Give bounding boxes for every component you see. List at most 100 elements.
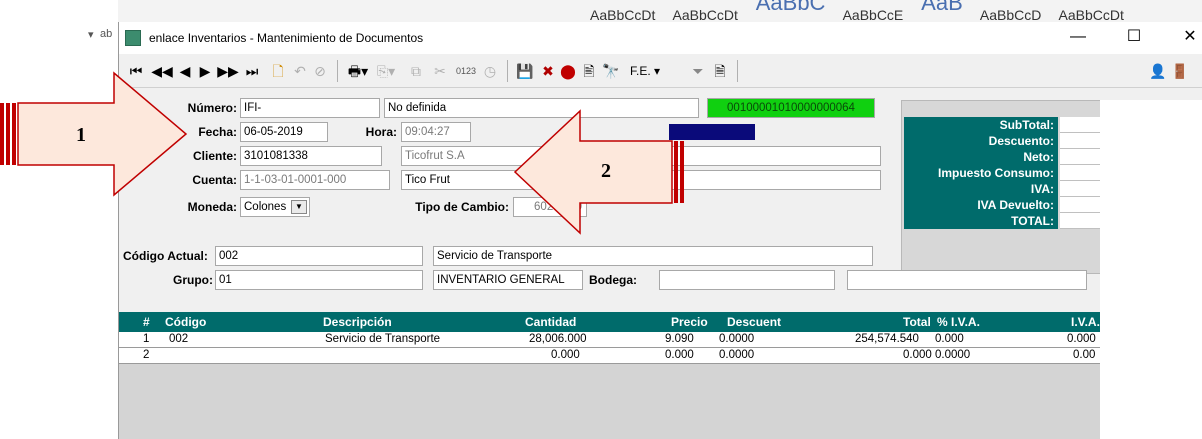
col-header[interactable]: I.V.A. <box>1071 315 1100 329</box>
bodega-input[interactable] <box>659 270 835 290</box>
moneda-value: Colones <box>244 201 287 213</box>
fecha-input[interactable]: 06-05-2019 <box>240 122 328 142</box>
style-item: AaBbCcD <box>979 7 1042 23</box>
table-row[interactable]: 1 002 Servicio de Transporte 28,006.000 … <box>119 332 1113 348</box>
tipo-cambio-field: 602.9700 <box>513 197 587 217</box>
moneda-label: Moneda: <box>187 200 237 214</box>
cliente-label: Cliente: <box>192 149 237 163</box>
cell-descuento: 0.0000 <box>719 349 755 361</box>
cell-pct-iva: 0.0000 <box>935 349 971 361</box>
progress-bar <box>669 124 755 140</box>
grupo-label: Grupo: <box>173 273 213 287</box>
iva-label: IVA: <box>904 181 1058 197</box>
col-header[interactable]: Cantidad <box>525 315 576 329</box>
style-item: AaBbC <box>755 0 826 15</box>
cell-iva: 0.00 <box>1073 349 1096 361</box>
cuenta-input[interactable]: 1-1-03-01-0001-000 <box>240 170 390 190</box>
chevron-down-icon: ▾ <box>88 29 94 41</box>
cell-precio: 0.000 <box>665 349 694 361</box>
next-record-icon[interactable]: ▶ <box>197 61 213 81</box>
close-button[interactable]: ✕ <box>1175 26 1202 50</box>
codigo-actual-input[interactable]: 002 <box>215 246 423 266</box>
col-header[interactable]: Precio <box>671 315 708 329</box>
document-header-form: Número: IFI- No definida 001000010100000… <box>119 88 904 238</box>
cell-cantidad: 0.000 <box>551 349 580 361</box>
cell-descripcion: Servicio de Transporte <box>325 333 441 345</box>
grupo-description-field: INVENTARIO GENERAL <box>433 270 583 290</box>
fecha-label: Fecha: <box>198 125 237 139</box>
fe-dropdown-button[interactable]: F.E. ▾ <box>623 61 667 81</box>
save-icon[interactable]: 💾 <box>515 61 535 81</box>
numero-input[interactable]: IFI- <box>240 98 380 118</box>
moneda-select[interactable]: Colones ▼ <box>240 197 310 217</box>
cell-total: 254,574.540 <box>855 333 919 345</box>
grupo-input[interactable]: 01 <box>215 270 423 290</box>
items-grid: # Código Descripción Cantidad Precio Des… <box>119 312 1129 439</box>
style-item: AaBbCcE <box>842 7 904 23</box>
callout-label-1: 1 <box>76 124 86 146</box>
cell-number: 2 <box>143 349 150 361</box>
subtotal-label: SubTotal: <box>904 117 1058 133</box>
copy-icon[interactable]: ⎘▾ <box>373 61 399 81</box>
grid-header: # Código Descripción Cantidad Precio Des… <box>119 312 1113 332</box>
cell-cantidad: 28,006.000 <box>529 333 587 345</box>
background-label: ab <box>100 28 113 40</box>
main-window: enlace Inventarios - Mantenimiento de Do… <box>118 22 1202 439</box>
preview-icon[interactable]: ⧉ <box>405 61 427 81</box>
codigo-actual-label: Código Actual: <box>123 249 208 263</box>
exit-icon[interactable]: 🚪 <box>1171 61 1189 81</box>
delete-icon[interactable]: ✖ <box>539 61 557 81</box>
window-title: enlace Inventarios - Mantenimiento de Do… <box>149 31 424 45</box>
print-icon[interactable]: 🖶▾ <box>345 61 371 81</box>
undo-icon[interactable]: ↶ <box>291 61 309 81</box>
prev-record-icon[interactable]: ◀ <box>177 61 193 81</box>
cell-codigo: 002 <box>169 333 189 345</box>
cancel-icon[interactable]: ⊘ <box>311 61 329 81</box>
bodega-label: Bodega: <box>589 273 637 287</box>
hora-label: Hora: <box>365 125 397 139</box>
prev-page-icon[interactable]: ◀◀ <box>151 61 173 81</box>
impuesto-consumo-label: Impuesto Consumo: <box>904 165 1058 181</box>
descuento-label: Descuento: <box>904 133 1058 149</box>
next-page-icon[interactable]: ▶▶ <box>217 61 239 81</box>
style-item: AaB <box>921 0 963 15</box>
tools-icon[interactable]: ✂ <box>431 61 449 81</box>
table-row[interactable]: 2 0.000 0.000 0.0000 0.000 0.0000 0.00 <box>119 348 1113 364</box>
cuenta-name-field: Tico Frut <box>401 170 881 190</box>
iva-devuelto-label: IVA Devuelto: <box>904 197 1058 213</box>
cell-descuento: 0.0000 <box>719 333 755 345</box>
style-gallery: AaBbCcDt AaBbCcDt AaBbC AaBbCcE AaB AaBb… <box>590 0 1138 23</box>
binoculars-icon[interactable]: 🔭 <box>601 61 621 81</box>
callout-label-2: 2 <box>601 160 611 182</box>
col-header[interactable]: % I.V.A. <box>937 315 980 329</box>
col-header[interactable]: Código <box>165 315 206 329</box>
style-item: AaBbCcDt <box>672 7 738 23</box>
col-header[interactable]: Total <box>903 315 931 329</box>
bodega-description-field <box>847 270 1087 290</box>
new-document-icon[interactable]: 🗋 <box>269 61 287 81</box>
user-icon[interactable]: 👤 <box>1149 61 1167 81</box>
stop-icon[interactable]: ⬤ <box>559 61 577 81</box>
document-search-icon[interactable]: 🖹 <box>579 61 599 81</box>
col-header[interactable]: Descuent <box>727 315 781 329</box>
toolbar-separator <box>337 60 338 82</box>
cell-total: 0.000 <box>903 349 932 361</box>
filter-icon[interactable]: ⏷ <box>689 61 707 81</box>
numero-description: No definida <box>384 98 699 118</box>
clock-icon[interactable]: ◷ <box>481 61 499 81</box>
cliente-name-field: Ticofrut S.A <box>401 146 881 166</box>
first-record-icon[interactable]: ⏮ <box>127 61 145 81</box>
report-icon[interactable]: 🗎 <box>711 61 729 81</box>
col-header[interactable]: Descripción <box>323 315 392 329</box>
cuenta-label: Cuenta: <box>192 173 237 187</box>
maximize-button[interactable]: ☐ <box>1119 26 1149 50</box>
dropdown-arrow-icon[interactable]: ▼ <box>291 200 307 214</box>
cell-precio: 9.090 <box>665 333 694 345</box>
last-record-icon[interactable]: ⏭ <box>243 61 261 81</box>
cliente-input[interactable]: 3101081338 <box>240 146 382 166</box>
col-header[interactable]: # <box>143 315 150 329</box>
background-left-area <box>0 0 118 439</box>
numero-label: Número: <box>187 101 237 115</box>
numbering-icon[interactable]: 0123 <box>453 61 479 81</box>
minimize-button[interactable]: — <box>1063 26 1093 50</box>
